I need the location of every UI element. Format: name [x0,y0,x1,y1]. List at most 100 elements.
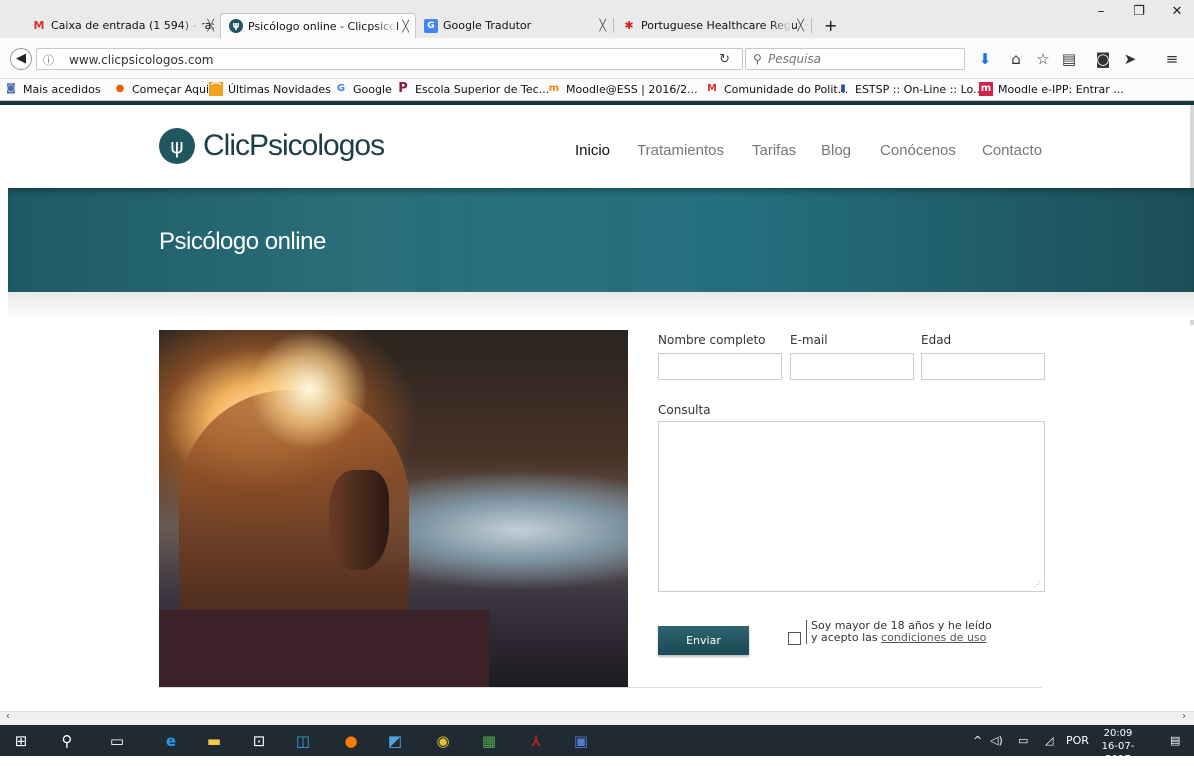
clock-time: 20:09 [1103,728,1133,739]
query-textarea[interactable]: ⋰ [658,421,1045,592]
language-indicator[interactable]: POR [1066,734,1089,747]
scroll-right-icon[interactable]: › [1182,711,1186,722]
bookmark-item[interactable]: ◙ Mais acedidos [4,82,101,96]
site-logo[interactable]: ψ ClicPsicologos [159,128,385,164]
network-icon[interactable]: ◿ [1045,734,1053,747]
email-field[interactable] [790,353,914,380]
file-explorer-icon[interactable]: ▬ [203,730,225,752]
email-label: E-mail [790,333,828,347]
windows-start-icon[interactable]: ⊞ [10,730,32,752]
nav-blog[interactable]: Blog [821,142,851,159]
bookmark-item[interactable]: m Moodle e-IPP: Entrar ... [979,82,1124,96]
bookmark-item[interactable]: G Google [334,82,392,96]
name-field[interactable] [658,353,782,380]
nav-tarifas[interactable]: Tarifas [752,142,796,159]
star-icon: ✱ [624,18,634,32]
bookmark-item[interactable]: ⌒ Últimas Novidades [209,82,331,96]
age-label: Edad [921,333,952,347]
volume-icon[interactable]: ◁) [990,734,1003,747]
chrome-icon[interactable]: ◉ [432,730,454,752]
excel-icon[interactable]: ▦ [478,730,500,752]
store-icon[interactable]: ⊡ [248,730,270,752]
horizontal-scrollbar[interactable]: ‹ › [0,711,1194,725]
menu-icon[interactable]: ≡ [1162,50,1182,68]
tray-chevron-icon[interactable]: ^ [973,734,982,747]
close-tab-icon[interactable]: ╳ [207,19,214,32]
notifications-icon[interactable]: ▤ [1170,734,1180,747]
download-icon[interactable]: ⬇ [975,50,995,68]
tab-clicpsicologos[interactable]: ψ Psicólogo online - Clicpsicol ╳ [220,13,416,38]
browser-nav-bar: ◀ ⓘ www.clicpsicologos.com ↻ ⚲ ⬇ ⌂ ☆ ▤ ◙… [0,38,1194,79]
bookmark-label: Mais acedidos [23,82,101,96]
new-tab-button[interactable]: + [816,13,842,38]
bookmark-item[interactable]: ▮ ESTSP :: On-Line :: Lo... [836,82,983,96]
nav-conocenos[interactable]: Conócenos [880,142,956,159]
pocket-icon[interactable]: ◙ [1093,50,1113,68]
reload-icon[interactable]: ↻ [719,52,730,67]
paint-icon[interactable]: ◩ [384,730,406,752]
maximize-button[interactable]: ❐ [1120,4,1158,24]
photo-face [329,470,389,570]
bookmark-label: Moodle e-IPP: Entrar ... [998,82,1124,96]
gmail-icon: M [707,83,717,94]
firefox-taskbar-icon[interactable]: ● [340,730,362,752]
hero-shadow [8,292,1194,320]
close-tab-icon[interactable]: ╳ [599,19,606,32]
search-bar[interactable]: ⚲ [745,48,965,70]
task-view-icon[interactable]: ▭ [106,730,128,752]
edge-icon[interactable]: e [160,730,182,752]
resize-grip-icon[interactable]: ⋰ [1033,580,1041,589]
back-button[interactable]: ◀ [10,48,32,70]
consent-checkbox[interactable] [788,632,801,645]
firefox-icon: ● [115,83,125,94]
tab-fade [375,14,397,38]
battery-icon[interactable]: ▭ [1018,734,1028,747]
browser-tab-bar: M Caixa de entrada (1 594) - ra: ╳ ψ Psi… [0,0,1194,38]
close-window-button[interactable]: ✕ [1158,4,1194,24]
content-divider [159,687,1042,688]
nav-inicio[interactable]: Inicio [575,142,610,159]
url-text[interactable]: www.clicpsicologos.com [69,53,214,67]
scroll-left-icon[interactable]: ‹ [6,711,10,722]
outlook-icon[interactable]: ◫ [292,730,314,752]
p-icon: P [398,81,408,96]
info-icon[interactable]: ⓘ [43,52,54,68]
taskbar-clock[interactable]: 20:09 16-07-2017 [1096,727,1140,766]
send-tab-icon[interactable]: ➤ [1120,50,1140,68]
age-field[interactable] [921,353,1045,380]
home-icon[interactable]: ⌂ [1006,50,1026,68]
url-bar[interactable]: ⓘ www.clicpsicologos.com ↻ [36,48,743,70]
submit-button[interactable]: Enviar [658,626,749,655]
clicpsicologos-icon: ψ [229,19,243,33]
name-label: Nombre completo [658,333,766,347]
close-tab-icon[interactable]: ╳ [797,19,804,32]
tab-healthcare[interactable]: ✱ Portuguese Healthcare Regu ╳ [614,13,810,38]
nav-tratamientos[interactable]: Tratamientos [637,142,724,159]
bookmark-item[interactable]: P Escola Superior de Tec... [396,82,549,96]
tab-gmail[interactable]: M Caixa de entrada (1 594) - ra: ╳ [24,13,220,38]
bookmark-item[interactable]: ● Começar Aqui [113,82,209,96]
search-input[interactable] [768,51,958,67]
moodle-red-icon: m [979,82,993,96]
logo-text: ClicPsicologos [203,129,385,162]
close-tab-icon[interactable]: ╳ [402,20,409,33]
acrobat-icon[interactable]: ⅄ [525,730,547,752]
book-icon: ▮ [840,83,846,94]
gmail-icon: M [33,18,45,32]
bookmark-star-icon[interactable]: ☆ [1033,50,1053,68]
search-icon[interactable]: ⚲ [56,730,78,752]
terms-link[interactable]: condiciones de uso [881,631,986,644]
bookmark-item[interactable]: M Comunidade do Polit... [705,82,848,96]
tab-google-translate[interactable]: G Google Tradutor ╳ [416,13,612,38]
reading-list-icon[interactable]: ▤ [1059,50,1079,68]
consent-line-2: y acepto las condiciones de uso [811,632,992,644]
nav-contacto[interactable]: Contacto [982,142,1042,159]
bookmark-item[interactable]: m Moodle@ESS | 2016/2... [547,82,698,96]
consent-text: Soy mayor de 18 años y he leído y acepto… [806,620,992,644]
minimize-button[interactable]: – [1082,4,1120,24]
search-icon: ⚲ [753,52,762,66]
word-icon[interactable]: ▣ [570,730,592,752]
mais-acedidos-icon: ◙ [6,83,16,94]
page-title: Psicólogo online [159,228,326,255]
sun-flare [249,330,369,450]
